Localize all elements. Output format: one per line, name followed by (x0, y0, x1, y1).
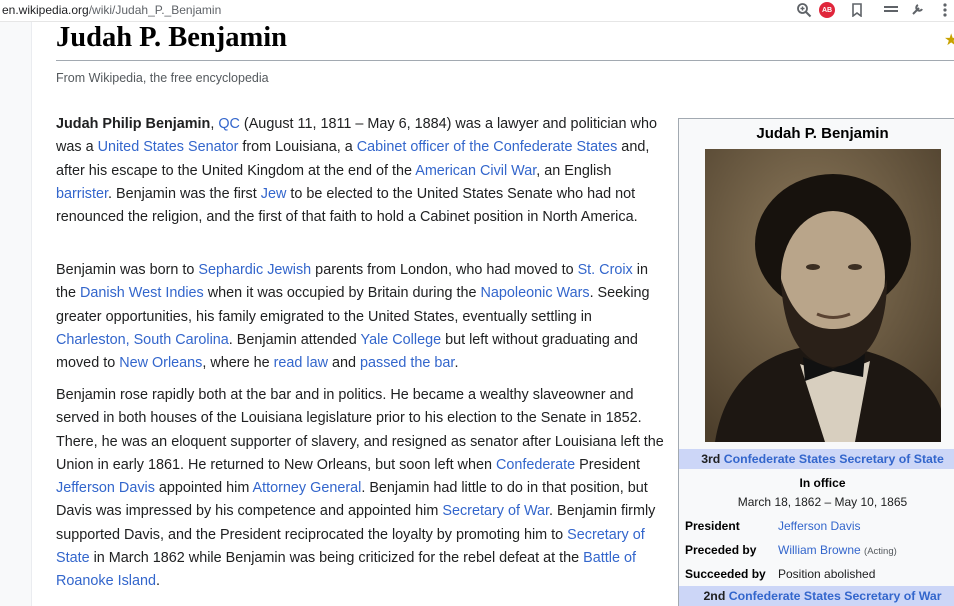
page-title: Judah P. Benjamin (56, 22, 287, 53)
link-jew[interactable]: Jew (261, 186, 287, 202)
intro-paragraph-1: Judah Philip Benjamin, QC (August 11, 18… (56, 113, 668, 229)
browser-toolbar: en.wikipedia.org/wiki/Judah_P._Benjamin … (0, 0, 954, 22)
link-secretary-of-war[interactable]: Secretary of War (442, 503, 549, 519)
text: in March 1862 while Benjamin was being c… (89, 550, 584, 567)
url-path: /wiki/Judah_P._Benjamin (88, 3, 222, 17)
text: . (156, 573, 161, 590)
link-office-secretary-of-war[interactable]: Confederate States Secretary of War (729, 589, 942, 603)
link-confederate[interactable]: Confederate (496, 457, 575, 473)
text: President (575, 456, 640, 473)
link-danish-west-indies[interactable]: Danish West Indies (80, 285, 204, 301)
office-header-secretary-of-war: 2nd Confederate States Secretary of War (679, 586, 954, 606)
link-passed-the-bar[interactable]: passed the bar (360, 355, 454, 371)
link-sephardic-jewish[interactable]: Sephardic Jewish (198, 262, 311, 278)
text: and (328, 355, 361, 372)
text: Benjamin was born to (56, 262, 199, 278)
address-bar[interactable]: en.wikipedia.org/wiki/Judah_P._Benjamin (2, 3, 221, 17)
site-tagline: From Wikipedia, the free encyclopedia (56, 71, 269, 85)
row-label: Succeeded by (685, 567, 766, 581)
subject-name: Judah Philip Benjamin (56, 116, 211, 132)
office-ordinal: 3rd (701, 452, 721, 466)
text: , an English (536, 162, 612, 179)
text: when it was occupied by Britain during t… (203, 285, 481, 302)
infobox-row-president: President Jefferson Davis (685, 519, 860, 533)
link-president-value[interactable]: Jefferson Davis (778, 519, 860, 533)
text: , where he (202, 355, 274, 372)
infobox: Judah P. Benjamin 3rd Confederate States… (678, 118, 954, 606)
intro-paragraph-2: Benjamin was born to Sephardic Jewish pa… (56, 259, 668, 375)
link-yale-college[interactable]: Yale College (361, 332, 442, 348)
link-barrister[interactable]: barrister (56, 186, 108, 202)
text: appointed him (154, 480, 253, 497)
reading-list-icon[interactable] (880, 0, 902, 20)
in-office-label: In office (799, 476, 846, 490)
watch-star-icon[interactable]: ★ (944, 30, 954, 50)
title-divider (56, 60, 954, 61)
link-st-croix[interactable]: St. Croix (578, 262, 633, 278)
link-preceded-by-value[interactable]: William Browne (778, 543, 861, 557)
row-value: William Browne (Acting) (778, 543, 897, 557)
link-new-orleans[interactable]: New Orleans (119, 355, 202, 371)
link-cabinet-officer[interactable]: Cabinet officer of the Confederate State… (357, 139, 618, 155)
term-dates: March 18, 1862 – May 10, 1865 (737, 495, 908, 509)
portrait-image[interactable] (705, 149, 941, 442)
link-jefferson-davis[interactable]: Jefferson Davis (56, 480, 155, 496)
sidebar-gutter (0, 22, 32, 606)
office-header-secretary-of-state: 3rd Confederate States Secretary of Stat… (679, 449, 954, 469)
office-ordinal: 2nd (703, 589, 726, 603)
intro-paragraph-3: Benjamin rose rapidly both at the bar an… (56, 384, 668, 594)
adblock-icon[interactable]: AB (818, 0, 836, 20)
link-charleston[interactable]: Charleston, South Carolina (56, 332, 229, 348)
text: from Louisiana, a (238, 139, 357, 156)
text: . Benjamin attended (228, 331, 361, 348)
row-value: Position abolished (778, 567, 876, 581)
link-civil-war[interactable]: American Civil War (415, 163, 536, 179)
link-qc[interactable]: QC (218, 116, 240, 132)
link-napoleonic-wars[interactable]: Napoleonic Wars (481, 285, 590, 301)
link-attorney-general[interactable]: Attorney General (253, 480, 362, 496)
infobox-row-preceded-by: Preceded by William Browne (Acting) (685, 543, 897, 557)
bookmark-icon[interactable] (848, 0, 866, 20)
infobox-row-succeeded-by: Succeeded by Position abolished (685, 567, 875, 581)
text: . Benjamin was the first (107, 185, 261, 202)
text: . (454, 355, 459, 372)
text: parents from London, who had moved to (311, 262, 578, 278)
extensions-icon[interactable] (908, 0, 926, 20)
row-label: President (685, 519, 740, 533)
acting-note: (Acting) (864, 546, 897, 557)
link-us-senator[interactable]: United States Senator (98, 139, 239, 155)
row-label: Preceded by (685, 543, 757, 557)
url-host: en.wikipedia.org (2, 3, 89, 17)
zoom-icon[interactable] (794, 0, 814, 20)
link-read-law[interactable]: read law (274, 355, 328, 371)
link-office-secretary-of-state[interactable]: Confederate States Secretary of State (724, 452, 944, 466)
infobox-title: Judah P. Benjamin (756, 125, 889, 142)
menu-icon[interactable] (938, 0, 952, 20)
adblock-badge: AB (819, 2, 835, 18)
